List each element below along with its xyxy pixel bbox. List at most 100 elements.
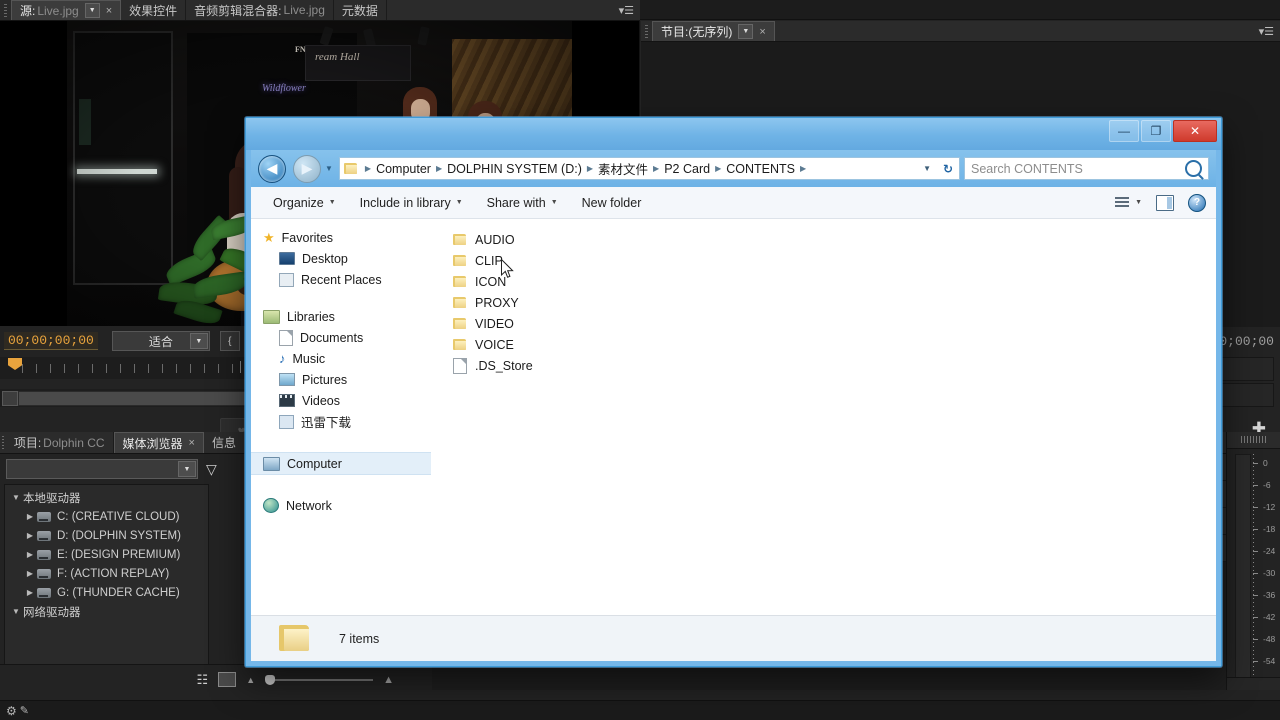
nav-item-favorites[interactable]: ★ Favorites [263, 227, 431, 248]
nav-item-computer[interactable]: Computer [251, 452, 455, 475]
panel-grip-icon[interactable] [2, 3, 9, 17]
nav-item-label: 迅雷下载 [301, 416, 352, 430]
preview-pane-icon[interactable] [1156, 194, 1174, 211]
source-scroll-handle[interactable] [2, 391, 18, 406]
include-in-library-button[interactable]: Include in library ▼ [348, 196, 475, 210]
zoom-in-icon[interactable]: ▲ [383, 674, 394, 686]
tab-source-close-icon[interactable]: × [106, 5, 112, 17]
back-button[interactable]: ◀ [258, 154, 286, 183]
nav-item-network[interactable]: Network [263, 495, 431, 516]
nav-item-documents[interactable]: Documents [263, 327, 431, 348]
tree-item-drive-e[interactable]: ▶ E: (DESIGN PREMIUM) [5, 545, 208, 564]
nav-item-pictures[interactable]: Pictures [263, 369, 431, 390]
chevron-right-icon[interactable]: ▶ [23, 550, 37, 559]
gear-icon[interactable]: ⚙ [6, 704, 17, 718]
breadcrumb-p2-card[interactable]: P2 Card [661, 162, 713, 176]
help-icon[interactable]: ? [1188, 193, 1206, 212]
list-item[interactable]: PROXY [453, 292, 1216, 313]
tab-program-dropdown-icon[interactable]: ▼ [738, 24, 754, 39]
tree-item-drive-g[interactable]: ▶ G: (THUNDER CACHE) [5, 583, 208, 602]
tab-effect-controls[interactable]: 效果控件 [121, 0, 187, 20]
nav-item-libraries[interactable]: Libraries [263, 306, 431, 327]
source-panel-menu-icon[interactable]: ▾☰ [619, 0, 640, 20]
zoom-slider[interactable] [265, 674, 374, 685]
nav-item-videos[interactable]: Videos [263, 390, 431, 411]
nav-item-label: Network [286, 498, 332, 513]
list-item[interactable]: VOICE [453, 334, 1216, 355]
panel-grip-icon[interactable] [643, 24, 650, 38]
tab-source-dropdown-icon[interactable]: ▼ [84, 3, 100, 18]
search-input[interactable]: Search CONTENTS [964, 157, 1209, 180]
nav-item-desktop[interactable]: Desktop [263, 248, 431, 269]
new-folder-button[interactable]: New folder [570, 196, 654, 210]
tab-metadata[interactable]: 元数据 [334, 0, 387, 20]
audio-meters-header[interactable] [1227, 432, 1280, 449]
list-item[interactable]: VIDEO [453, 313, 1216, 334]
list-item[interactable]: .DS_Store [453, 355, 1216, 376]
refresh-icon[interactable]: ↻ [943, 162, 953, 176]
breadcrumb-source-files[interactable]: 素材文件 [595, 159, 651, 178]
tree-item-drive-d[interactable]: ▶ D: (DOLPHIN SYSTEM) [5, 526, 208, 545]
maximize-button[interactable]: ❐ [1141, 120, 1171, 142]
audio-meter-channel-left [1235, 454, 1251, 678]
breadcrumb-contents[interactable]: CONTENTS [723, 162, 798, 176]
panel-grip-icon[interactable] [2, 436, 4, 449]
explorer-titlebar[interactable]: — ❐ ✕ [246, 118, 1221, 150]
chevron-down-icon[interactable]: ▼ [189, 333, 208, 349]
source-zoom-select[interactable]: 适合 ▼ [111, 331, 210, 351]
chevron-down-icon[interactable]: ▼ [1135, 199, 1142, 206]
source-marker-button[interactable]: { [219, 331, 240, 351]
source-playhead-icon[interactable] [8, 358, 22, 370]
wrench-icon[interactable]: ✎ [20, 704, 29, 717]
explorer-file-list[interactable]: AUDIO CLIP ICON PROXY VIDEO VOICE .DS_St… [433, 219, 1216, 615]
nav-item-recent-places[interactable]: Recent Places [263, 269, 431, 290]
explorer-window[interactable]: — ❐ ✕ ◀ ▶ ▼ ▶ Computer ▶ DOLPHIN SYSTEM … [245, 117, 1222, 667]
tree-item-local-drives[interactable]: ▼ 本地驱动器 [5, 488, 208, 507]
drive-icon [37, 568, 51, 579]
tab-project[interactable]: 项目: Dolphin CC [6, 432, 114, 453]
filter-icon[interactable]: ▽ [206, 461, 217, 478]
meter-grip-icon[interactable] [1241, 436, 1267, 443]
tab-info[interactable]: 信息 [204, 432, 245, 453]
tab-audio-clip-mixer[interactable]: 音频剪辑混合器: Live.jpg [186, 0, 334, 20]
change-view-icon[interactable] [1115, 196, 1130, 209]
nav-item-music[interactable]: ♪ Music [263, 348, 431, 369]
chevron-down-icon[interactable]: ▼ [178, 461, 196, 477]
tree-item-network-drives[interactable]: ▼ 网络驱动器 [5, 602, 208, 621]
meter-label: -6 [1263, 480, 1271, 490]
minimize-button[interactable]: — [1109, 120, 1139, 142]
chevron-right-icon[interactable]: ▶ [23, 588, 37, 597]
chevron-down-icon[interactable]: ▼ [9, 607, 23, 616]
chevron-right-icon[interactable]: ▶ [23, 569, 37, 578]
zoom-out-icon[interactable]: ▲ [246, 675, 255, 685]
tab-source[interactable]: 源: Live.jpg ▼ × [11, 0, 122, 20]
breadcrumb-computer[interactable]: Computer [373, 162, 434, 176]
breadcrumb-dropdown-icon[interactable]: ▼ [923, 164, 931, 173]
tab-media-browser-close-icon[interactable]: × [189, 437, 195, 449]
tree-item-drive-c[interactable]: ▶ C: (CREATIVE CLOUD) [5, 507, 208, 526]
chevron-right-icon[interactable]: ▶ [23, 512, 37, 521]
nav-item-thunder-download[interactable]: 迅雷下载 [263, 411, 431, 432]
chevron-right-icon[interactable]: ▶ [23, 531, 37, 540]
tab-media-browser[interactable]: 媒体浏览器 × [113, 432, 204, 453]
share-with-button[interactable]: Share with ▼ [475, 196, 570, 210]
media-browser-search-input[interactable]: ▼ [6, 459, 198, 479]
tab-program[interactable]: 节目: (无序列) ▼ × [652, 21, 775, 41]
chevron-down-icon[interactable]: ▼ [9, 493, 23, 502]
breadcrumb[interactable]: ▶ Computer ▶ DOLPHIN SYSTEM (D:) ▶ 素材文件 … [338, 157, 960, 180]
list-item[interactable]: CLIP [453, 250, 1216, 271]
icon-view-icon[interactable] [218, 672, 237, 687]
breadcrumb-dolphin-system[interactable]: DOLPHIN SYSTEM (D:) [444, 162, 585, 176]
source-timecode[interactable]: 00;00;00;00 [4, 332, 98, 350]
recent-locations-icon[interactable]: ▼ [325, 164, 333, 173]
tree-item-drive-f[interactable]: ▶ F: (ACTION REPLAY) [5, 564, 208, 583]
tab-program-close-icon[interactable]: × [759, 26, 765, 38]
forward-button[interactable]: ▶ [293, 154, 321, 183]
organize-button[interactable]: Organize ▼ [261, 196, 348, 210]
close-button[interactable]: ✕ [1173, 120, 1217, 142]
project-panel-tabbar: 项目: Dolphin CC 媒体浏览器 × 信息 [0, 432, 245, 454]
program-panel-menu-icon[interactable]: ▾☰ [1259, 21, 1280, 41]
list-item[interactable]: ICON [453, 271, 1216, 292]
list-view-icon[interactable]: ☷ [197, 672, 209, 688]
list-item[interactable]: AUDIO [453, 229, 1216, 250]
